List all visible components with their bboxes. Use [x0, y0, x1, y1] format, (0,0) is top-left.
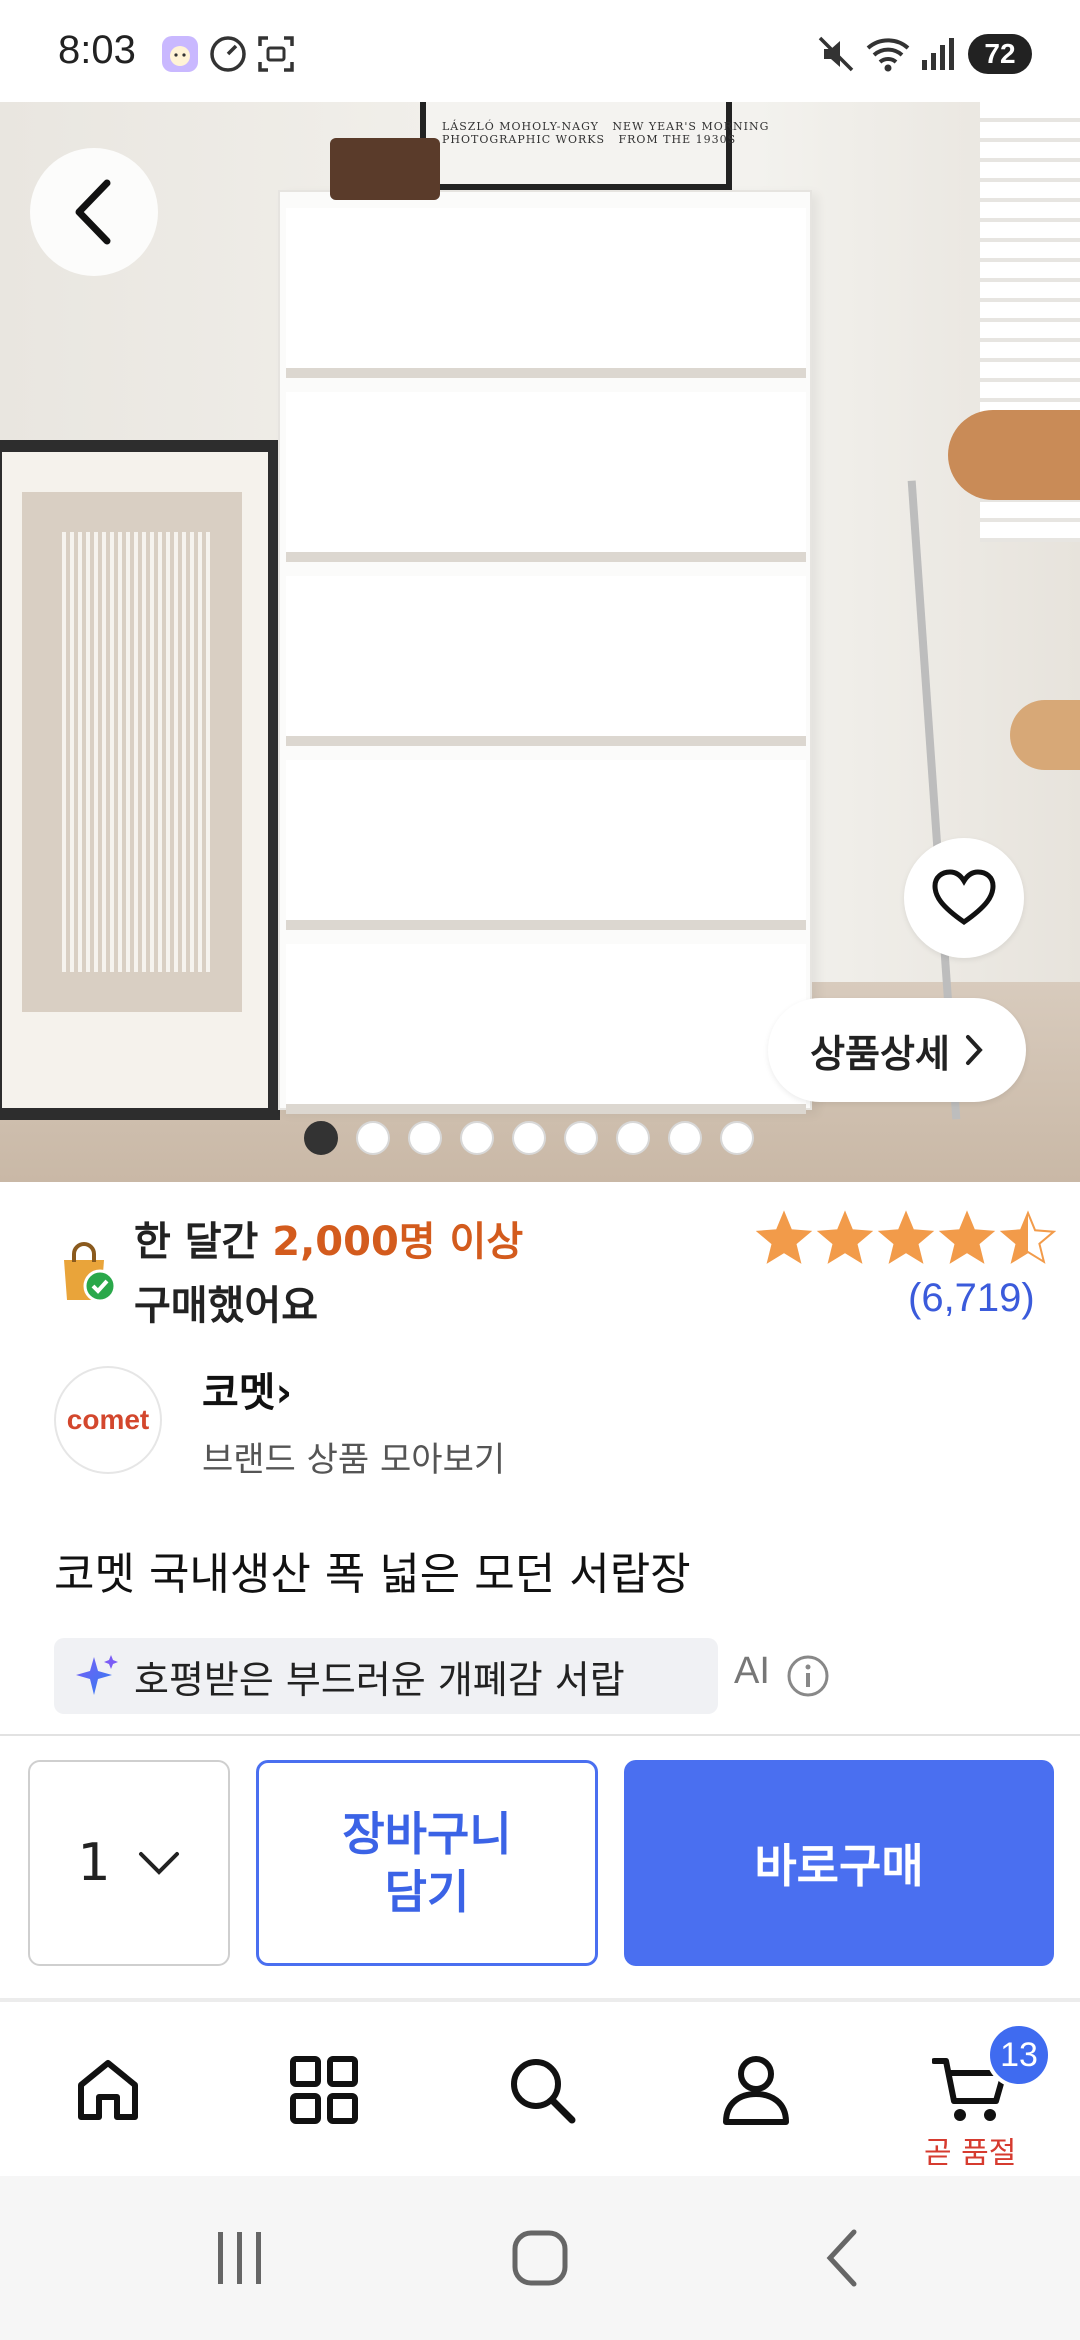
page-dot	[668, 1121, 702, 1155]
shopping-bag-icon	[54, 1240, 118, 1304]
purchase-prefix: 한 달간	[134, 1219, 273, 1265]
mute-icon	[816, 34, 856, 74]
page-dot	[720, 1121, 754, 1155]
star-icon	[938, 1210, 996, 1264]
battery-indicator: 72	[968, 34, 1032, 74]
brand-name-link[interactable]: 코멧›	[202, 1360, 292, 1418]
ai-label: AI	[734, 1650, 770, 1692]
chevron-right-icon	[965, 1035, 983, 1065]
back-button[interactable]	[30, 148, 158, 276]
page-dot	[512, 1121, 546, 1155]
page-dot	[304, 1121, 338, 1155]
image-pagination	[304, 1120, 784, 1156]
page-dot	[408, 1121, 442, 1155]
signal-icon	[918, 34, 958, 74]
purchase-count-text: 한 달간 2,000명 이상 구매했어요	[134, 1210, 523, 1338]
info-icon[interactable]	[786, 1654, 830, 1698]
divider	[0, 1734, 1080, 1736]
cart-button-line2: 담기	[384, 1865, 470, 1919]
art-frame	[0, 440, 280, 1120]
status-time: 8:03	[58, 28, 136, 72]
search-icon[interactable]	[502, 2050, 582, 2130]
brand-name: 코멧	[202, 1370, 276, 1416]
wifi-icon	[866, 34, 910, 74]
brand-products-link[interactable]: 브랜드 상품 모아보기	[202, 1432, 505, 1481]
status-bar: 8:03 72	[0, 0, 1080, 102]
quantity-value: 1	[77, 1833, 111, 1893]
chair-back	[948, 410, 1080, 500]
rating-stars[interactable]	[755, 1210, 1057, 1266]
cart-soldout-note: 곧 품절	[924, 2136, 1017, 2171]
cart-button-line1: 장바구니	[342, 1807, 512, 1861]
product-detail-label: 상품상세	[810, 1031, 950, 1076]
speedometer-icon	[208, 34, 248, 74]
star-icon	[816, 1210, 874, 1264]
ai-summary-text: 호평받은 부드러운 개폐감 서랍	[134, 1657, 625, 1702]
page-dot	[356, 1121, 390, 1155]
poster-caption: LÁSZLÓ MOHOLY-NAGY NEW YEAR'S MORNING PH…	[442, 120, 770, 146]
back-nav-icon[interactable]	[802, 2224, 882, 2292]
brand-logo[interactable]: comet	[54, 1366, 162, 1474]
cart-count-badge: 13	[986, 2022, 1052, 2088]
review-count[interactable]: (6,719)	[908, 1276, 1035, 1321]
chair-seat	[1010, 700, 1080, 770]
ai-summary-pill[interactable]: 호평받은 부드러운 개폐감 서랍	[54, 1638, 718, 1714]
home-button-icon[interactable]	[500, 2224, 580, 2292]
avatar-icon	[160, 34, 200, 74]
sparkle-icon	[76, 1655, 118, 1695]
wishlist-button[interactable]	[904, 838, 1024, 958]
recent-apps-icon[interactable]	[200, 2224, 280, 2292]
page-dot	[564, 1121, 598, 1155]
profile-icon[interactable]	[716, 2050, 796, 2130]
chevron-right-icon: ›	[275, 1370, 293, 1416]
brand-logo-text: comet	[66, 1404, 150, 1435]
bottom-nav	[0, 2002, 1080, 2176]
home-icon[interactable]	[68, 2050, 148, 2130]
page-dot	[616, 1121, 650, 1155]
product-detail-button[interactable]: 상품상세	[768, 998, 1026, 1102]
buy-now-button[interactable]: 바로구매	[624, 1760, 1054, 1966]
purchase-line2: 구매했어요	[134, 1283, 318, 1329]
quantity-select[interactable]: 1	[28, 1760, 230, 1966]
star-icon	[877, 1210, 935, 1264]
dresser-image	[278, 190, 812, 1114]
chevron-left-icon	[75, 179, 111, 245]
star-icon	[755, 1210, 813, 1264]
purchase-highlight: 2,000명 이상	[272, 1219, 524, 1265]
decor-object	[330, 138, 440, 200]
add-to-cart-button[interactable]: 장바구니 담기	[256, 1760, 598, 1966]
screenshot-icon	[256, 34, 296, 74]
chevron-down-icon	[138, 1852, 179, 1875]
poster: LÁSZLÓ MOHOLY-NAGY NEW YEAR'S MORNING PH…	[420, 102, 768, 190]
page-dot	[460, 1121, 494, 1155]
product-title: 코멧 국내생산 폭 넓은 모던 서랍장	[54, 1549, 691, 1600]
star-icon	[999, 1210, 1057, 1264]
categories-icon[interactable]	[284, 2050, 364, 2130]
system-nav-bar	[0, 2176, 1080, 2340]
heart-icon	[932, 869, 996, 926]
